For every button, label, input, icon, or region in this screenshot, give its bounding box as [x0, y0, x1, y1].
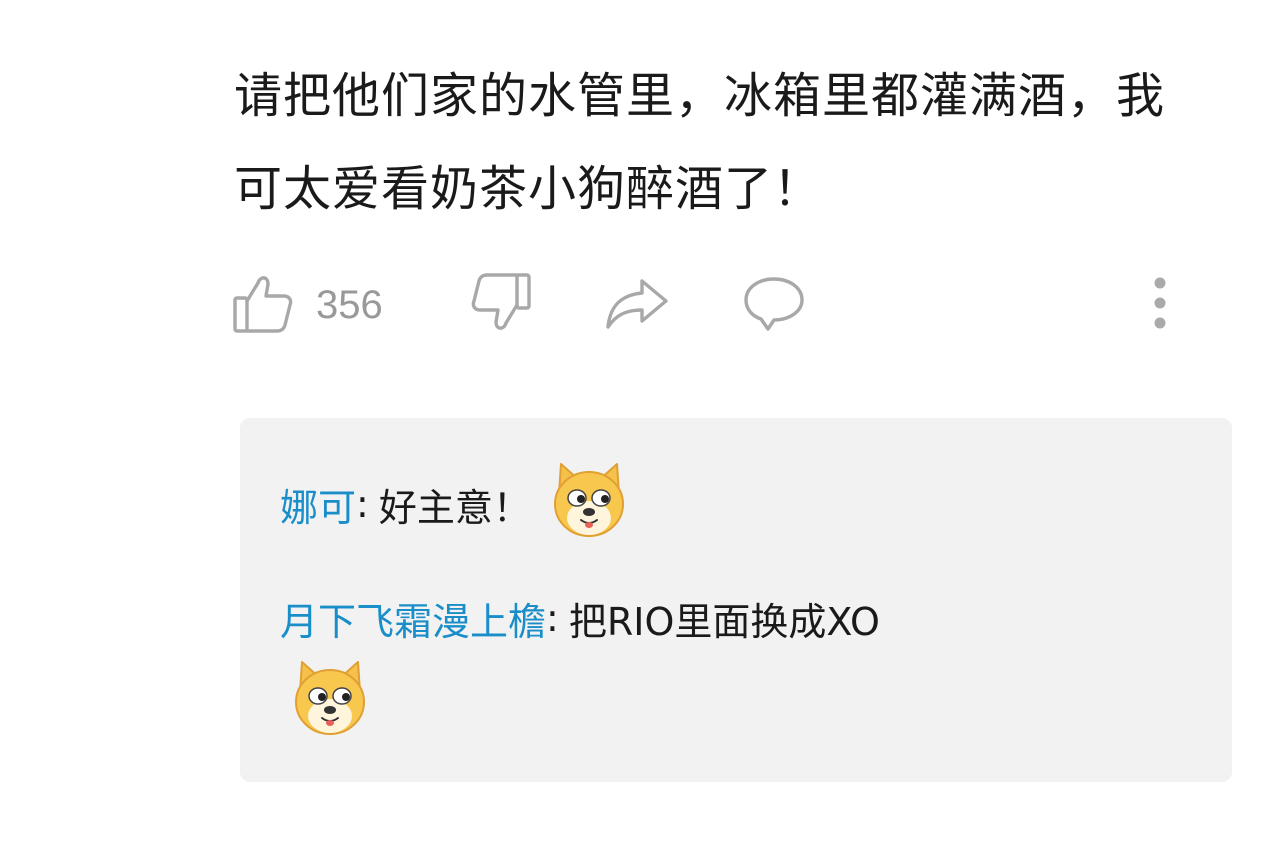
share-icon — [604, 273, 670, 337]
thumbs-down-icon — [470, 271, 532, 339]
comment-text: 请把他们家的水管里，冰箱里都灌满酒，我可太爱看奶茶小狗醉酒了！ — [234, 68, 1166, 217]
reply-separator: : — [356, 482, 369, 526]
like-count: 356 — [316, 282, 383, 327]
comment-action-bar: 356 — [232, 270, 1180, 340]
reply-separator: : — [546, 596, 559, 640]
reply-username[interactable]: 娜可 — [280, 477, 356, 532]
dislike-button[interactable] — [470, 270, 532, 340]
reply-username[interactable]: 月下飞霜漫上檐 — [280, 591, 546, 646]
like-button[interactable]: 356 — [232, 270, 383, 340]
comment-bubble-icon — [742, 273, 806, 337]
reply-text: 好主意！ — [378, 485, 531, 530]
reply-item[interactable]: 娜可 : 好主意！ — [280, 462, 627, 546]
thumbs-up-icon — [232, 271, 294, 339]
doge-emoji-icon — [292, 658, 368, 742]
reply-preview-box[interactable]: 娜可 : 好主意！ 月下飞霜漫上檐: 把RIO里面换成XO — [240, 418, 1232, 782]
more-vertical-icon — [1148, 271, 1172, 339]
share-button[interactable] — [604, 270, 670, 340]
reply-item[interactable]: 月下飞霜漫上檐 : 把RIO里面换成XO — [280, 586, 880, 650]
more-options-button[interactable] — [1148, 270, 1172, 340]
comment-item: 请把他们家的水管里，冰箱里都灌满酒，我可太爱看奶茶小狗醉酒了！ 356 娜可:… — [0, 0, 1280, 848]
reply-button[interactable] — [742, 270, 806, 340]
doge-emoji-icon — [551, 460, 627, 549]
reply-text: 把RIO里面换成XO — [568, 599, 880, 644]
